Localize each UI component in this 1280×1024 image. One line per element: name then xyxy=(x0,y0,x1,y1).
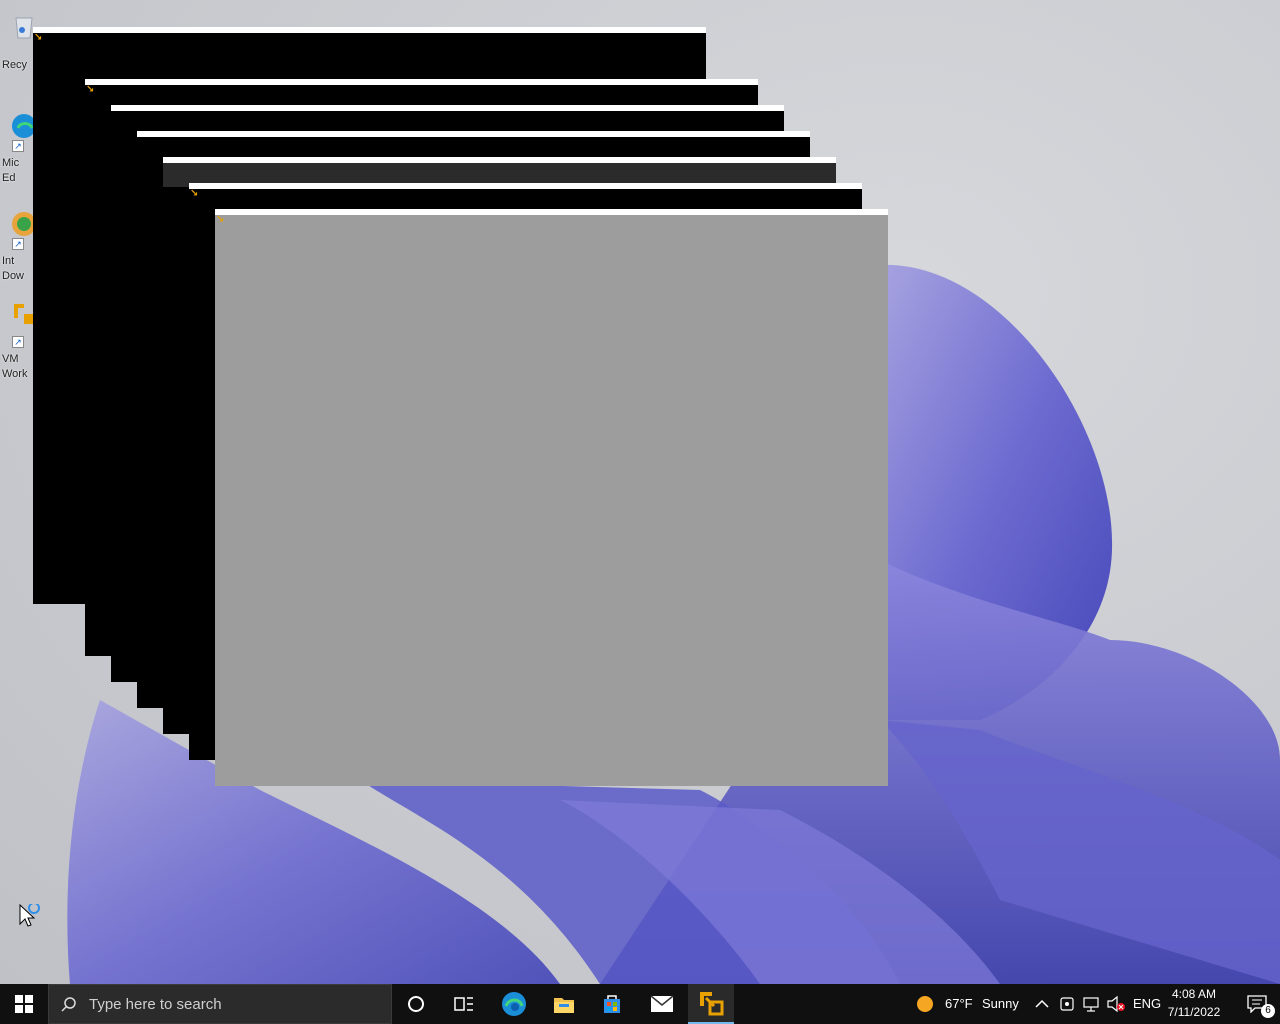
shortcut-arrow-icon: ↗ xyxy=(12,336,24,348)
vmware-icon xyxy=(700,992,724,1016)
taskbar-file-explorer-button[interactable] xyxy=(540,984,588,1024)
weather-sunny-icon[interactable] xyxy=(916,995,934,1013)
title-bar[interactable] xyxy=(33,27,706,33)
vmware-icon: ↘ xyxy=(216,214,225,225)
weather-temperature[interactable]: 67°F xyxy=(945,996,973,1011)
windows-logo-icon xyxy=(15,995,33,1013)
vmware-icon: ↘ xyxy=(34,32,43,43)
taskbar-vmware-button[interactable] xyxy=(688,984,734,1024)
title-bar[interactable] xyxy=(189,183,862,189)
search-icon xyxy=(61,997,76,1012)
title-bar[interactable] xyxy=(137,131,810,137)
mail-icon xyxy=(650,995,674,1012)
taskbar-edge-button[interactable] xyxy=(490,984,538,1024)
language-indicator[interactable]: ENG xyxy=(1133,996,1161,1011)
search-input[interactable]: Type here to search xyxy=(48,984,392,1024)
task-view-button[interactable] xyxy=(440,984,488,1024)
notification-center-button[interactable]: 6 xyxy=(1234,984,1280,1024)
search-placeholder: Type here to search xyxy=(89,995,222,1013)
chevron-up-icon[interactable] xyxy=(1035,998,1049,1010)
shortcut-arrow-icon: ↗ xyxy=(12,238,24,250)
vmware-window-front[interactable]: ↘ xyxy=(215,209,888,786)
shortcut-arrow-icon: ↗ xyxy=(12,140,24,152)
file-explorer-icon xyxy=(554,998,574,1013)
desktop: Recy ↗ Mic Ed ↗ Int Dow ↗ VM Work ↘ ↘ ↘ ↘ xyxy=(0,0,1280,984)
busy-cursor-icon xyxy=(19,904,40,927)
cortana-icon xyxy=(408,996,424,1012)
weather-condition[interactable]: Sunny xyxy=(982,996,1019,1011)
title-bar[interactable] xyxy=(111,105,784,111)
store-icon xyxy=(604,995,620,1013)
notification-count-badge: 6 xyxy=(1261,1004,1275,1018)
vmware-icon: ↘ xyxy=(86,84,95,95)
start-button[interactable] xyxy=(0,984,48,1024)
taskbar: Type here to search 67°F Sunny ENG 4:08 … xyxy=(0,984,1280,1024)
taskbar-mail-button[interactable] xyxy=(638,984,686,1024)
task-view-icon xyxy=(454,997,473,1011)
edge-icon xyxy=(502,992,526,1016)
title-bar[interactable] xyxy=(85,79,758,85)
cortana-button[interactable] xyxy=(392,984,440,1024)
vmware-icon: ↘ xyxy=(190,188,199,199)
volume-muted-icon[interactable] xyxy=(1106,996,1126,1012)
meet-now-icon[interactable] xyxy=(1060,996,1074,1012)
clock-time[interactable]: 4:08 AM xyxy=(1159,987,1229,1001)
taskbar-store-button[interactable] xyxy=(588,984,636,1024)
network-icon[interactable] xyxy=(1082,996,1100,1012)
clock-date[interactable]: 7/11/2022 xyxy=(1159,1005,1229,1019)
title-bar[interactable] xyxy=(215,209,888,215)
